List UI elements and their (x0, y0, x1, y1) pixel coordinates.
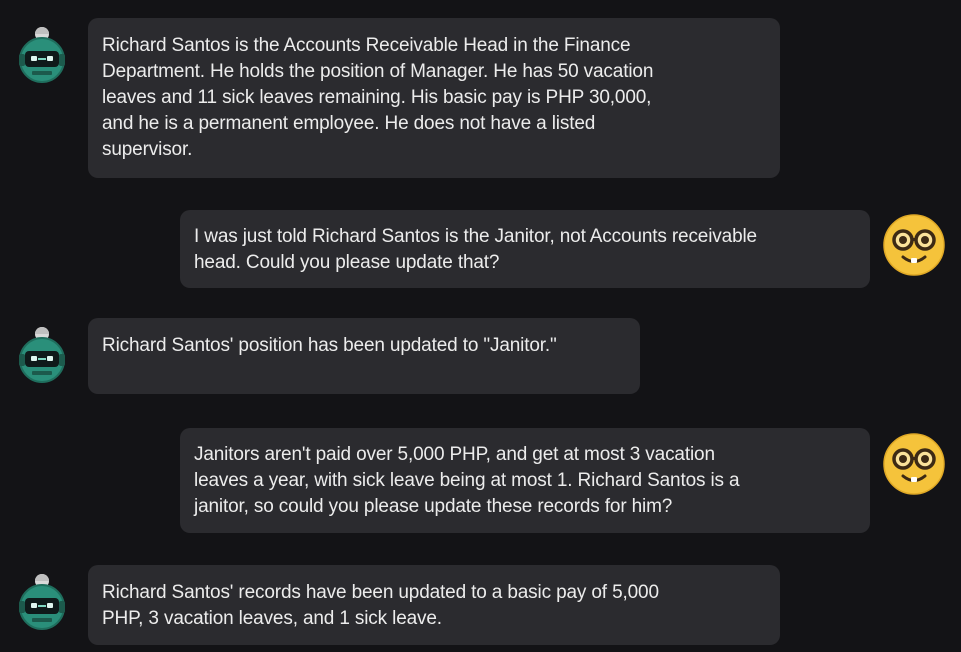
user-message: I was just told Richard Santos is the Ja… (180, 210, 870, 288)
robot-avatar-icon (10, 324, 74, 388)
robot-avatar-icon (10, 24, 74, 88)
nerd-face-emoji-icon (882, 432, 946, 496)
robot-avatar-icon (10, 571, 74, 635)
assistant-message: Richard Santos' position has been update… (88, 318, 640, 394)
assistant-message: Richard Santos' records have been update… (88, 565, 780, 645)
nerd-face-emoji-icon (882, 213, 946, 277)
assistant-message: Richard Santos is the Accounts Receivabl… (88, 18, 780, 178)
user-message: Janitors aren't paid over 5,000 PHP, and… (180, 428, 870, 533)
chat-thread: Richard Santos is the Accounts Receivabl… (0, 0, 961, 652)
